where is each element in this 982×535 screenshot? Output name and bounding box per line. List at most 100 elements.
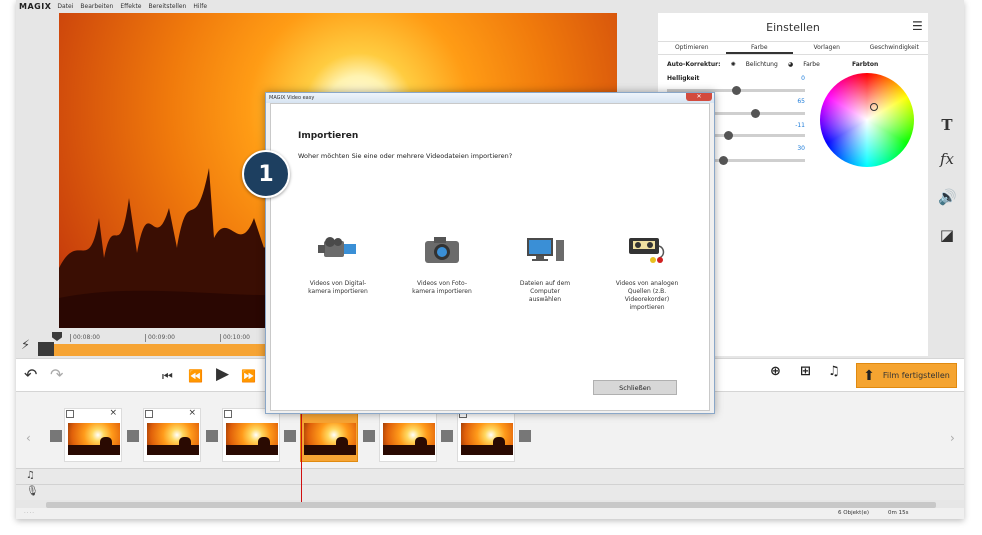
import-option-analog[interactable]: Videos von analogen Quellen (z.B. Videorek…	[602, 232, 692, 312]
farbton-label: Farbton	[852, 61, 879, 68]
clip-thumbnail[interactable]: ×	[143, 408, 201, 462]
text-tool-icon[interactable]: T	[938, 116, 956, 134]
param-value: -11	[795, 122, 805, 129]
magix-logo: MAGIX	[19, 2, 52, 11]
auto-farbe-label[interactable]: Farbe	[803, 61, 820, 68]
film-fertigstellen-button[interactable]: ⬆ Film fertigstellen	[856, 363, 957, 388]
computer-icon	[523, 232, 567, 266]
finish-label: Film fertigstellen	[882, 371, 950, 380]
chevron-left-icon[interactable]: ‹	[26, 431, 31, 445]
voice-track[interactable]: 🎙	[16, 484, 964, 500]
marker-handle[interactable]	[38, 342, 54, 356]
menu-bar: MAGIX Datei Bearbeiten Effekte Bereitste…	[16, 0, 964, 13]
contrast-icon[interactable]: ◪	[938, 226, 956, 244]
palette-icon[interactable]: ◕	[788, 61, 793, 68]
ruler-tick: 00:10:00	[220, 334, 250, 342]
param-value: 30	[797, 145, 805, 152]
import-option-photo-camera[interactable]: Videos von Foto-kamera importieren	[397, 232, 487, 296]
clip-image	[383, 423, 435, 455]
import-option-computer[interactable]: Dateien auf dem Computer auswählen	[500, 232, 590, 304]
slider-knob[interactable]	[731, 86, 741, 95]
dialog-question: Woher möchten Sie eine oder mehrere Vide…	[298, 152, 513, 160]
clip-image	[147, 423, 199, 455]
slider-knob[interactable]	[723, 131, 733, 140]
transition-slot[interactable]	[519, 430, 531, 442]
clip-checkbox[interactable]	[66, 410, 74, 418]
ruler-tick: 00:08:00	[70, 334, 100, 342]
option-label: Videos von Foto-kamera importieren	[412, 280, 472, 295]
transition-slot[interactable]	[284, 430, 296, 442]
hamburger-icon[interactable]: ☰	[912, 19, 923, 33]
undo-icon[interactable]: ↶	[24, 367, 37, 383]
clip-checkbox[interactable]	[224, 410, 232, 418]
clip-checkbox[interactable]	[145, 410, 153, 418]
transition-slot[interactable]	[50, 430, 62, 442]
photo-camera-icon	[420, 232, 464, 266]
microphone-icon: 🎙	[26, 486, 39, 497]
grip-icon: ····	[24, 510, 35, 516]
clip-thumbnail-selected[interactable]	[300, 408, 358, 462]
transition-slot[interactable]	[206, 430, 218, 442]
lightning-icon[interactable]: ⚡	[21, 338, 30, 353]
transition-slot[interactable]	[127, 430, 139, 442]
menu-bearbeiten[interactable]: Bearbeiten	[80, 3, 113, 10]
effects-fx-icon[interactable]: fx	[938, 150, 956, 168]
transition-slot[interactable]	[363, 430, 375, 442]
panel-title: Einstellen	[766, 20, 820, 34]
tab-farbe[interactable]: Farbe	[725, 42, 793, 54]
option-label: Videos von Digital-kamera importieren	[308, 280, 368, 295]
speaker-icon[interactable]: 🔊	[938, 188, 957, 206]
auto-korrektur-row: Auto-Korrektur: ✺ Belichtung ◕ Farbe	[667, 61, 820, 68]
fast-forward-icon[interactable]: ⏩	[241, 368, 256, 384]
menu-bereitstellen[interactable]: Bereitstellen	[149, 3, 187, 10]
skip-back-icon[interactable]: ⏮	[162, 368, 173, 384]
menu-effekte[interactable]: Effekte	[120, 3, 141, 10]
tab-geschwindigkeit[interactable]: Geschwindigkeit	[861, 42, 929, 54]
color-wheel[interactable]	[820, 73, 914, 167]
add-image-icon[interactable]: ⊞	[800, 364, 818, 382]
timeline-ruler[interactable]: 00:08:00 00:09:00 00:10:00	[54, 330, 274, 344]
tab-vorlagen[interactable]: Vorlagen	[793, 42, 861, 54]
clip-image	[68, 423, 120, 455]
dialog-heading: Importieren	[298, 131, 359, 141]
rewind-icon[interactable]: ⏪	[188, 368, 203, 384]
close-icon[interactable]: ✕	[686, 93, 712, 101]
tool-sidebar: T fx 🔊 ◪	[928, 100, 964, 260]
color-picker-ring[interactable]	[870, 103, 878, 111]
status-bar: ···· 6 Objekt(e) 0m 15s	[16, 508, 964, 519]
clip-image	[226, 423, 278, 455]
slider-knob[interactable]	[718, 156, 728, 165]
option-label: Videos von analogen Quellen (z.B. Videorek…	[615, 280, 679, 311]
sun-icon[interactable]: ✺	[731, 61, 736, 68]
music-note-icon: ♫	[26, 470, 35, 481]
dialog-body: Importieren Woher möchten Sie eine oder …	[270, 103, 710, 411]
import-dialog: MAGIX Video easy ✕ Importieren Woher möc…	[265, 92, 715, 414]
close-icon[interactable]: ×	[109, 408, 117, 418]
add-video-icon[interactable]: ⊕	[770, 364, 788, 382]
play-icon[interactable]: ▶	[216, 366, 229, 383]
clip-image	[304, 423, 356, 455]
import-option-digital-camera[interactable]: Videos von Digital-kamera importieren	[293, 232, 383, 296]
option-label: Dateien auf dem Computer auswählen	[519, 280, 571, 303]
slider-knob[interactable]	[750, 109, 760, 118]
upload-icon: ⬆	[863, 367, 875, 384]
menu-datei[interactable]: Datei	[57, 3, 73, 10]
tab-optimieren[interactable]: Optimieren	[658, 42, 726, 54]
auto-belichtung-label[interactable]: Belichtung	[746, 61, 778, 68]
clip-thumbnail[interactable]	[222, 408, 280, 462]
step-number-badge: 1	[242, 150, 290, 198]
clip-thumbnail[interactable]: ×	[64, 408, 122, 462]
clip-thumbnail[interactable]	[379, 408, 437, 462]
redo-icon[interactable]: ↷	[50, 367, 63, 383]
schliessen-button[interactable]: Schließen	[593, 380, 677, 395]
music-track[interactable]: ♫	[16, 468, 964, 484]
camcorder-icon	[316, 232, 360, 266]
clip-thumbnail[interactable]	[457, 408, 515, 462]
transition-slot[interactable]	[441, 430, 453, 442]
add-music-icon[interactable]: ♫	[828, 364, 846, 382]
param-label: Helligkeit	[667, 75, 700, 82]
close-icon[interactable]: ×	[188, 408, 196, 418]
chevron-right-icon[interactable]: ›	[950, 431, 955, 445]
param-value: 65	[797, 98, 805, 105]
menu-hilfe[interactable]: Hilfe	[193, 3, 207, 10]
